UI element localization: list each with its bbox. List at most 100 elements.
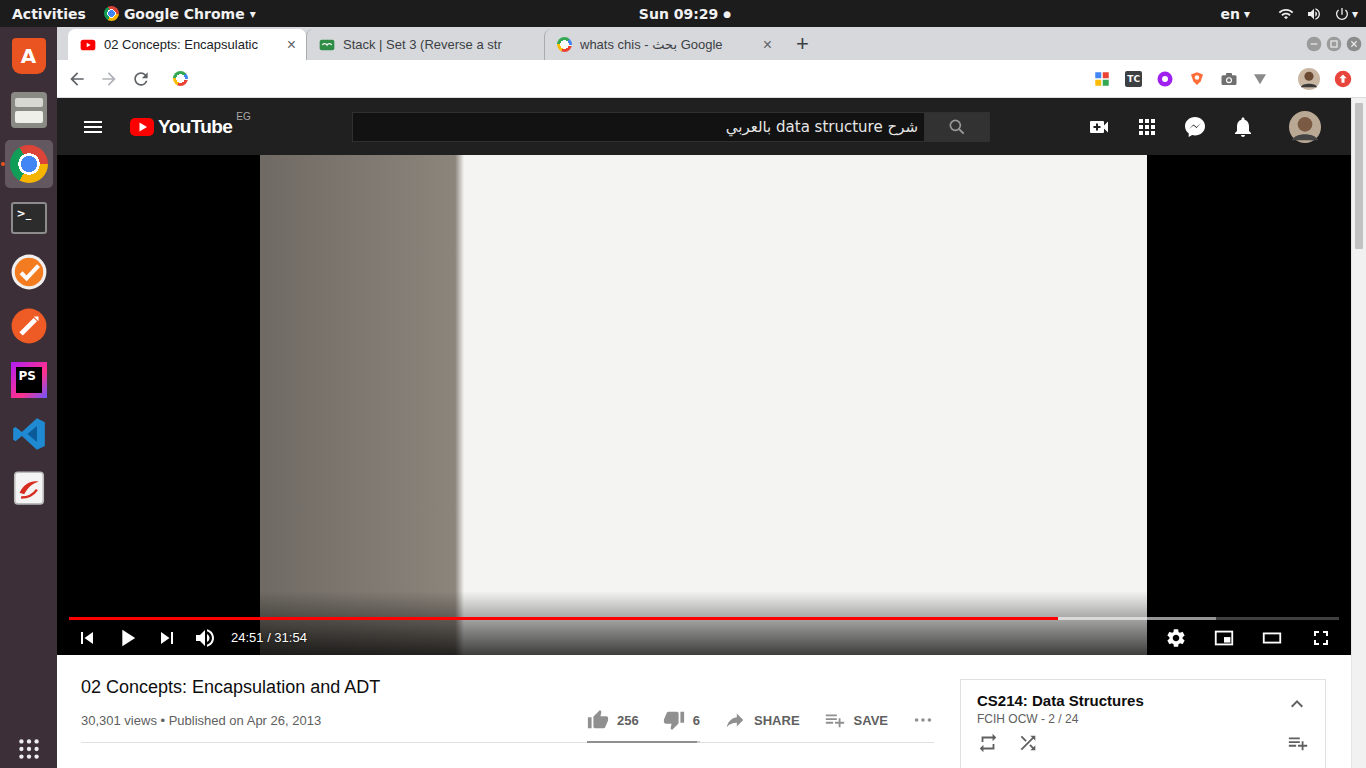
add-to-playlist-icon[interactable] (1287, 732, 1309, 754)
browser-tab[interactable]: 02 Concepts: Encapsulatic× (68, 29, 306, 60)
system-menu-arrow: ▾ (1352, 7, 1358, 21)
search-input[interactable]: شرح data structure بالعربي (352, 112, 925, 142)
volume-icon[interactable] (193, 626, 217, 650)
youtube-wordmark: YouTube (158, 116, 232, 138)
dislike-button[interactable]: 6 (663, 709, 700, 731)
below-player: 02 Concepts: Encapsulation and ADT30,301… (57, 655, 1351, 768)
country-code: EG (236, 111, 250, 122)
phpstorm-icon: PS (11, 362, 47, 398)
top-bar: Activities Google Chrome▾ Sun 09:29● en ▾ ▾ (0, 0, 1366, 27)
forward-icon[interactable] (99, 69, 119, 89)
dock-item[interactable] (5, 302, 53, 350)
google-favicon (557, 37, 572, 52)
dock-item[interactable]: PS (5, 356, 53, 404)
profile-avatar-icon[interactable] (1298, 68, 1320, 90)
tab-close-button[interactable]: × (285, 36, 298, 54)
youtube-header: YouTubeEGشرح data structure بالعربي (57, 98, 1351, 155)
vee-extension-icon[interactable] (1252, 71, 1268, 87)
play-icon[interactable] (113, 624, 141, 652)
system-menu[interactable]: ▾ (1334, 6, 1358, 22)
phpstorm-inner: PS (16, 367, 42, 393)
thumbs-up-icon (587, 709, 609, 731)
loop-icon[interactable] (977, 732, 999, 754)
extension-grid-icon[interactable] (1093, 70, 1111, 88)
like-button[interactable]: 256 (587, 709, 639, 731)
playlist-panel: CS214: Data Structures FCIH OCW - 2 / 24 (960, 679, 1326, 768)
notifications-bell-icon[interactable] (1231, 115, 1255, 139)
shuffle-icon[interactable] (1017, 732, 1039, 754)
video-player[interactable]: 24:51 / 31:54 (57, 155, 1351, 655)
theater-mode-icon[interactable] (1261, 627, 1283, 649)
maximize-icon[interactable] (1326, 36, 1342, 52)
control-row: 24:51 / 31:54 (57, 620, 1351, 655)
wifi-icon[interactable] (1278, 6, 1294, 22)
account-avatar-icon[interactable] (1289, 111, 1321, 143)
app-name: Google Chrome (124, 6, 245, 22)
geeksforgeeks-favicon (319, 37, 335, 53)
share-button[interactable]: SHARE (724, 709, 800, 731)
video-meta-row: 30,301 views • Published on Apr 26, 2013… (81, 698, 934, 743)
purple-extension-icon[interactable] (1156, 70, 1174, 88)
new-tab-button[interactable]: + (796, 31, 809, 57)
orange-extension-icon[interactable] (1188, 70, 1206, 88)
scrollbar[interactable] (1351, 98, 1366, 768)
close-window-icon[interactable] (1346, 36, 1362, 52)
video-info: 02 Concepts: Encapsulation and ADT30,301… (81, 655, 934, 768)
power-icon[interactable] (1334, 6, 1350, 22)
search-icon (947, 117, 967, 137)
next-icon[interactable] (155, 626, 179, 650)
omnibox[interactable] (163, 65, 1061, 93)
dock-item[interactable]: >_ (5, 194, 53, 242)
played-fill (69, 617, 1058, 620)
playlist-subtitle: FCIH OCW - 2 / 24 (977, 712, 1285, 726)
browser-tab[interactable]: Stack | Set 3 (Reverse a str (306, 29, 544, 60)
activities-button[interactable]: Activities (12, 6, 86, 22)
dock-item[interactable] (5, 410, 53, 458)
playlist-title[interactable]: CS214: Data Structures (977, 692, 1285, 709)
save-button[interactable]: SAVE (824, 709, 888, 731)
tc-extension[interactable]: TC (1125, 71, 1142, 87)
update-icon[interactable] (1334, 70, 1352, 88)
toolbar: TC (57, 60, 1366, 98)
dock-item[interactable]: A (5, 32, 53, 80)
video-title: 02 Concepts: Encapsulation and ADT (81, 676, 934, 698)
dock-item[interactable] (5, 86, 53, 134)
collapse-chevron-icon[interactable] (1285, 692, 1309, 716)
tab-close-button[interactable]: × (761, 36, 774, 54)
back-icon[interactable] (67, 69, 87, 89)
search-text: شرح data structure بالعربي (726, 118, 918, 136)
drawer-mark (15, 111, 43, 123)
more-actions-icon[interactable] (912, 709, 934, 731)
miniplayer-icon[interactable] (1213, 627, 1235, 649)
create-video-icon[interactable] (1087, 115, 1111, 139)
files-icon (11, 92, 47, 128)
dock-item[interactable] (5, 248, 53, 296)
reload-icon[interactable] (131, 69, 151, 89)
fullscreen-icon[interactable] (1309, 626, 1333, 650)
youtube-logo[interactable]: YouTubeEG (130, 115, 251, 139)
input-source-arrow: ▾ (1244, 7, 1250, 21)
input-source[interactable]: en ▾ (1220, 6, 1250, 22)
thumbs-down-icon (663, 709, 685, 731)
search-button[interactable] (925, 112, 990, 142)
previous-icon[interactable] (75, 626, 99, 650)
volume-icon[interactable] (1306, 6, 1322, 22)
progress-track[interactable] (69, 617, 1339, 620)
menu-icon[interactable] (81, 115, 105, 139)
scrollbar-thumb[interactable] (1355, 103, 1363, 249)
dock-item[interactable] (5, 140, 53, 188)
playlist-header: CS214: Data Structures FCIH OCW - 2 / 24 (977, 692, 1309, 726)
app-menu[interactable]: Google Chrome▾ (104, 6, 256, 22)
settings-gear-icon[interactable] (1165, 627, 1187, 649)
show-applications-icon[interactable] (16, 736, 42, 762)
minimize-icon[interactable] (1306, 36, 1322, 52)
camera-extension-icon[interactable] (1220, 70, 1238, 88)
input-source-label: en (1220, 6, 1239, 22)
messages-icon[interactable] (1183, 115, 1207, 139)
sentiment-fill (587, 741, 697, 743)
terminal-label: >_ (17, 207, 32, 220)
clock[interactable]: Sun 09:29● (639, 6, 731, 22)
browser-tab[interactable]: whats chis - بحث Google× (544, 29, 782, 60)
dock-item[interactable] (5, 464, 53, 512)
apps-icon[interactable] (1135, 115, 1159, 139)
